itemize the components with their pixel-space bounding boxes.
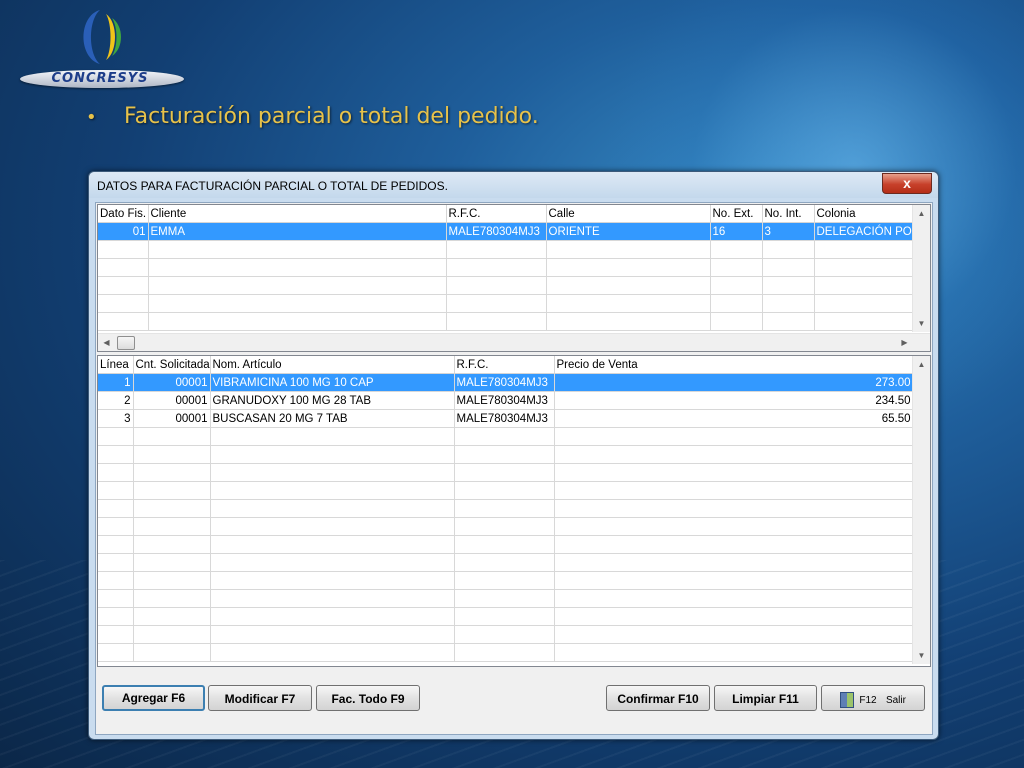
empty-row[interactable] — [98, 427, 914, 446]
close-icon: x — [903, 175, 911, 191]
cell-rfc: MALE780304MJ3 — [454, 373, 555, 392]
modificar-button[interactable]: Modificar F7 — [208, 685, 312, 711]
items-grid[interactable]: Línea Cnt. Solicitada Nom. Artículo R.F.… — [97, 355, 931, 667]
close-button[interactable]: x — [882, 173, 932, 194]
cell-linea: 3 — [98, 409, 134, 428]
empty-row[interactable] — [98, 589, 914, 608]
concresys-logo: CONCRESYS — [18, 6, 188, 90]
col-header-linea[interactable]: Línea — [98, 356, 134, 374]
empty-row[interactable] — [98, 571, 914, 590]
empty-row[interactable] — [98, 312, 914, 331]
col-header-colonia[interactable]: Colonia — [814, 205, 914, 223]
headline-text: Facturación parcial o total del pedido. — [124, 104, 539, 129]
cell-precio: 273.00 — [554, 373, 914, 392]
scroll-down-icon[interactable]: ▼ — [913, 647, 930, 664]
agregar-button[interactable]: Agregar F6 — [102, 685, 205, 711]
empty-row[interactable] — [98, 535, 914, 554]
scroll-up-icon[interactable]: ▲ — [913, 205, 930, 222]
scroll-thumb[interactable] — [117, 336, 135, 350]
empty-row[interactable] — [98, 463, 914, 482]
col-header-dato-fis[interactable]: Dato Fis. — [98, 205, 149, 223]
cell-rfc: MALE780304MJ3 — [454, 391, 555, 410]
empty-row[interactable] — [98, 553, 914, 572]
clients-vertical-scrollbar[interactable]: ▲ ▼ — [912, 205, 930, 332]
col-header-cliente[interactable]: Cliente — [148, 205, 447, 223]
logo-mark-icon — [83, 10, 121, 64]
window-client-area: Dato Fis. Cliente R.F.C. Calle No. Ext. … — [95, 202, 933, 735]
items-table: Línea Cnt. Solicitada Nom. Artículo R.F.… — [98, 356, 914, 662]
table-row[interactable]: 01 EMMA MALE780304MJ3 ORIENTE 16 3 DELEG… — [98, 222, 914, 241]
col-header-no-int[interactable]: No. Int. — [762, 205, 815, 223]
col-header-precio[interactable]: Precio de Venta — [554, 356, 914, 374]
empty-row[interactable] — [98, 276, 914, 295]
cell-articulo: BUSCASAN 20 MG 7 TAB — [210, 409, 455, 428]
exit-door-icon — [840, 691, 855, 708]
bullet: • — [86, 107, 97, 128]
clients-horizontal-scrollbar[interactable]: ◀ ▶ — [98, 333, 930, 351]
cell-cantidad: 00001 — [133, 391, 211, 410]
cell-linea: 1 — [98, 373, 134, 392]
empty-row[interactable] — [98, 240, 914, 259]
window-titlebar[interactable]: DATOS PARA FACTURACIÓN PARCIAL O TOTAL D… — [89, 172, 938, 198]
empty-row[interactable] — [98, 294, 914, 313]
col-header-cantidad[interactable]: Cnt. Solicitada — [133, 356, 211, 374]
empty-row[interactable] — [98, 517, 914, 536]
scroll-down-icon[interactable]: ▼ — [913, 315, 930, 332]
scroll-left-icon[interactable]: ◀ — [98, 334, 115, 351]
cell-rfc: MALE780304MJ3 — [454, 409, 555, 428]
empty-row[interactable] — [98, 258, 914, 277]
confirmar-button[interactable]: Confirmar F10 — [606, 685, 710, 711]
limpiar-button[interactable]: Limpiar F11 — [714, 685, 817, 711]
logo-text: CONCRESYS — [51, 71, 149, 86]
col-header-rfc[interactable]: R.F.C. — [454, 356, 555, 374]
empty-row[interactable] — [98, 625, 914, 644]
cell-articulo: GRANUDOXY 100 MG 28 TAB — [210, 391, 455, 410]
col-header-calle[interactable]: Calle — [546, 205, 711, 223]
cell-dato-fis: 01 — [98, 222, 149, 241]
cell-cantidad: 00001 — [133, 409, 211, 428]
cell-colonia: DELEGACIÓN PO — [814, 222, 914, 241]
table-row[interactable]: 2 00001 GRANUDOXY 100 MG 28 TAB MALE7803… — [98, 391, 914, 410]
col-header-rfc[interactable]: R.F.C. — [446, 205, 547, 223]
cell-no-ext: 16 — [710, 222, 763, 241]
slide-headline: • Facturación parcial o total del pedido. — [86, 104, 539, 129]
table-row[interactable]: 1 00001 VIBRAMICINA 100 MG 10 CAP MALE78… — [98, 373, 914, 392]
empty-row[interactable] — [98, 481, 914, 500]
empty-row[interactable] — [98, 607, 914, 626]
cell-cantidad: 00001 — [133, 373, 211, 392]
items-header-row: Línea Cnt. Solicitada Nom. Artículo R.F.… — [98, 356, 914, 374]
cell-rfc: MALE780304MJ3 — [446, 222, 547, 241]
scroll-up-icon[interactable]: ▲ — [913, 356, 930, 373]
cell-precio: 234.50 — [554, 391, 914, 410]
empty-row[interactable] — [98, 445, 914, 464]
cell-cliente: EMMA — [148, 222, 447, 241]
cell-calle: ORIENTE — [546, 222, 711, 241]
billing-window: DATOS PARA FACTURACIÓN PARCIAL O TOTAL D… — [88, 171, 939, 740]
table-row[interactable]: 3 00001 BUSCASAN 20 MG 7 TAB MALE780304M… — [98, 409, 914, 428]
cell-articulo: VIBRAMICINA 100 MG 10 CAP — [210, 373, 455, 392]
scroll-right-icon[interactable]: ▶ — [896, 334, 913, 351]
empty-row[interactable] — [98, 499, 914, 518]
clients-grid[interactable]: Dato Fis. Cliente R.F.C. Calle No. Ext. … — [97, 204, 931, 352]
col-header-no-ext[interactable]: No. Ext. — [710, 205, 763, 223]
clients-table: Dato Fis. Cliente R.F.C. Calle No. Ext. … — [98, 205, 914, 331]
col-header-articulo[interactable]: Nom. Artículo — [210, 356, 455, 374]
salir-key-label: F12 — [859, 695, 877, 706]
salir-button[interactable]: F12 Salir — [821, 685, 925, 711]
window-title: DATOS PARA FACTURACIÓN PARCIAL O TOTAL D… — [97, 179, 448, 193]
cell-no-int: 3 — [762, 222, 815, 241]
items-vertical-scrollbar[interactable]: ▲ ▼ — [912, 356, 930, 664]
salir-label: Salir — [885, 695, 906, 706]
empty-row[interactable] — [98, 643, 914, 662]
fac-todo-button[interactable]: Fac. Todo F9 — [316, 685, 420, 711]
cell-linea: 2 — [98, 391, 134, 410]
clients-header-row: Dato Fis. Cliente R.F.C. Calle No. Ext. … — [98, 205, 914, 223]
cell-precio: 65.50 — [554, 409, 914, 428]
